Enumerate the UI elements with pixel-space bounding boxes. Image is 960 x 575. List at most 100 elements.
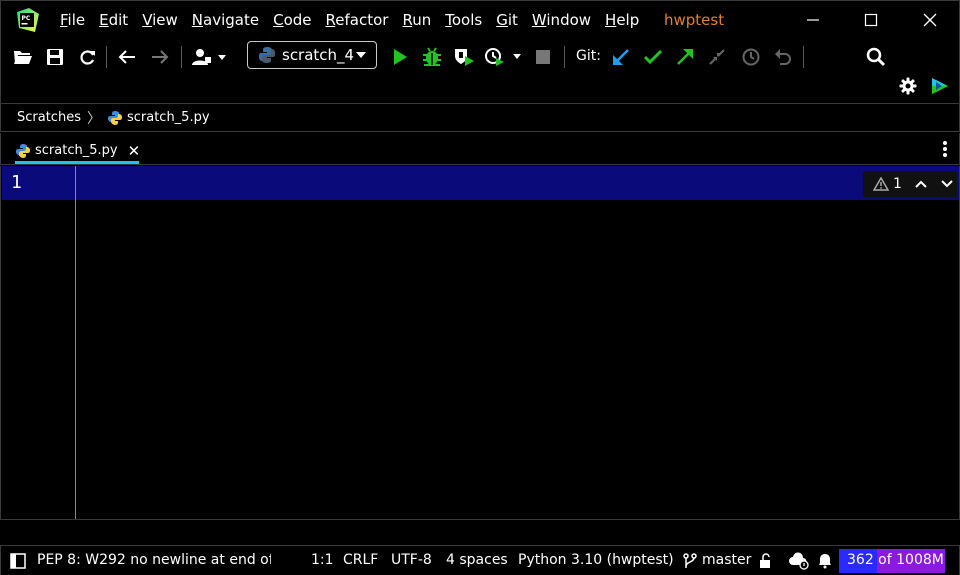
line-separator[interactable]: CRLF [343, 552, 378, 568]
status-message[interactable]: PEP 8: W292 no newline at end of [37, 552, 271, 568]
git-push-button[interactable] [672, 44, 698, 70]
coverage-button[interactable] [451, 44, 477, 70]
git-history-button[interactable] [738, 44, 764, 70]
close-tab-icon[interactable]: ✕ [128, 142, 141, 160]
stop-icon [536, 50, 550, 64]
menu-mnemonic: W [531, 11, 547, 29]
file-encoding[interactable]: UTF-8 [391, 552, 432, 568]
menu-item-git[interactable]: Git [496, 11, 518, 29]
run-button[interactable] [387, 44, 413, 70]
current-line-highlight [2, 166, 959, 200]
settings-button[interactable] [895, 73, 921, 99]
code-editor[interactable]: 1 1 [0, 166, 960, 520]
menu-item-file[interactable]: File [60, 11, 85, 29]
git-rollback-button[interactable] [770, 44, 796, 70]
folder-open-icon [14, 51, 32, 64]
menu-item-tools[interactable]: Tools [445, 11, 482, 29]
debug-button[interactable] [419, 44, 445, 70]
menu-item-code[interactable]: Code [273, 11, 311, 29]
checkmark-icon [644, 49, 662, 65]
menu-item-run[interactable]: Run [402, 11, 431, 29]
run-configuration-selector[interactable]: scratch_4 [247, 41, 377, 69]
gear-icon [899, 77, 917, 95]
open-button[interactable] [10, 44, 36, 70]
menu-label: dit [108, 11, 129, 29]
arrow-right-icon [152, 50, 169, 64]
minimize-button[interactable] [799, 7, 827, 33]
warning-count: 1 [893, 176, 902, 192]
git-merge-button[interactable] [704, 44, 730, 70]
svg-text:PC: PC [22, 15, 31, 22]
back-button[interactable] [114, 44, 140, 70]
more-vertical-icon[interactable] [937, 139, 953, 159]
pycharm-logo-icon[interactable]: PC [15, 8, 39, 32]
gutter-divider [75, 166, 76, 519]
user-icon [192, 49, 226, 65]
indent-setting[interactable]: 4 spaces [446, 552, 508, 568]
stop-button[interactable] [530, 44, 556, 70]
profile-button[interactable] [483, 44, 525, 70]
title-bar: PC File Edit View Navigate Code Refactor Run To… [0, 0, 960, 40]
memory-used: 362 [847, 552, 874, 568]
cloud-sync-icon[interactable] [788, 552, 810, 570]
sync-button[interactable] [74, 44, 100, 70]
menu-label: ile [67, 11, 86, 29]
vcs-user-button[interactable] [189, 44, 229, 70]
git-commit-button[interactable] [640, 44, 666, 70]
breadcrumb: Scratches 〉 scratch_5.py [0, 104, 960, 132]
notifications-bell-icon[interactable] [818, 553, 832, 569]
tool-windows-toggle-icon[interactable] [10, 553, 26, 569]
inspection-widget[interactable]: 1 [863, 171, 957, 197]
chevron-down-icon[interactable] [940, 179, 954, 189]
run-icon [394, 49, 407, 65]
memory-total: of 1008M [873, 552, 944, 568]
main-menu: File Edit View Navigate Code Refactor Run Tools… [60, 11, 653, 29]
close-window-button[interactable] [916, 7, 944, 33]
toolbar-separator [181, 46, 182, 68]
chevron-down-icon [356, 52, 366, 58]
line-number: 1 [11, 172, 22, 193]
python-interpreter[interactable]: Python 3.10 (hwptest) [518, 552, 674, 568]
git-branch[interactable]: master [702, 552, 751, 568]
git-branch-icon [683, 553, 697, 568]
tab-scratch-5-py[interactable]: scratch_5.py ✕ [15, 137, 148, 164]
menu-mnemonic: T [445, 11, 452, 29]
menu-mnemonic: H [605, 11, 617, 29]
forward-button[interactable] [147, 44, 173, 70]
save-button[interactable] [42, 44, 68, 70]
sync-icon [80, 50, 95, 65]
menu-label: ode [283, 11, 312, 29]
status-bar: PEP 8: W292 no newline at end of 1:1 CRL… [0, 545, 960, 575]
maximize-button[interactable] [857, 7, 885, 33]
breadcrumb-file[interactable]: scratch_5.py [127, 110, 210, 125]
menu-label: avigate [203, 11, 260, 29]
bug-icon [423, 47, 441, 66]
menu-label: iew [152, 11, 178, 29]
git-update-button[interactable] [608, 44, 634, 70]
menu-item-navigate[interactable]: Navigate [192, 11, 259, 29]
menu-item-refactor[interactable]: Refactor [326, 11, 389, 29]
memory-indicator[interactable]: 362 of 1008M [839, 549, 945, 573]
menu-item-window[interactable]: Window [532, 11, 591, 29]
menu-mnemonic: N [191, 11, 204, 29]
menu-label: un [412, 11, 432, 29]
minimize-icon [807, 19, 819, 21]
undo-icon [775, 49, 791, 65]
menu-item-edit[interactable]: Edit [99, 11, 128, 29]
search-everywhere-button[interactable] [863, 44, 889, 70]
menu-item-help[interactable]: Help [605, 11, 639, 29]
breadcrumb-scratches[interactable]: Scratches [17, 110, 81, 125]
arrow-up-right-icon [677, 49, 693, 65]
menu-label: elp [616, 11, 640, 29]
unlock-icon[interactable] [759, 553, 773, 569]
search-icon [866, 47, 886, 67]
menu-label: ools [451, 11, 483, 29]
code-with-me-icon [932, 78, 948, 94]
toolbar-separator [803, 46, 804, 68]
menu-mnemonic: G [496, 11, 508, 29]
menu-item-view[interactable]: View [142, 11, 178, 29]
chevron-up-icon[interactable] [914, 179, 928, 189]
chevron-right-icon: 〉 [86, 110, 101, 127]
code-with-me-button[interactable] [927, 73, 953, 99]
caret-position[interactable]: 1:1 [311, 552, 334, 568]
